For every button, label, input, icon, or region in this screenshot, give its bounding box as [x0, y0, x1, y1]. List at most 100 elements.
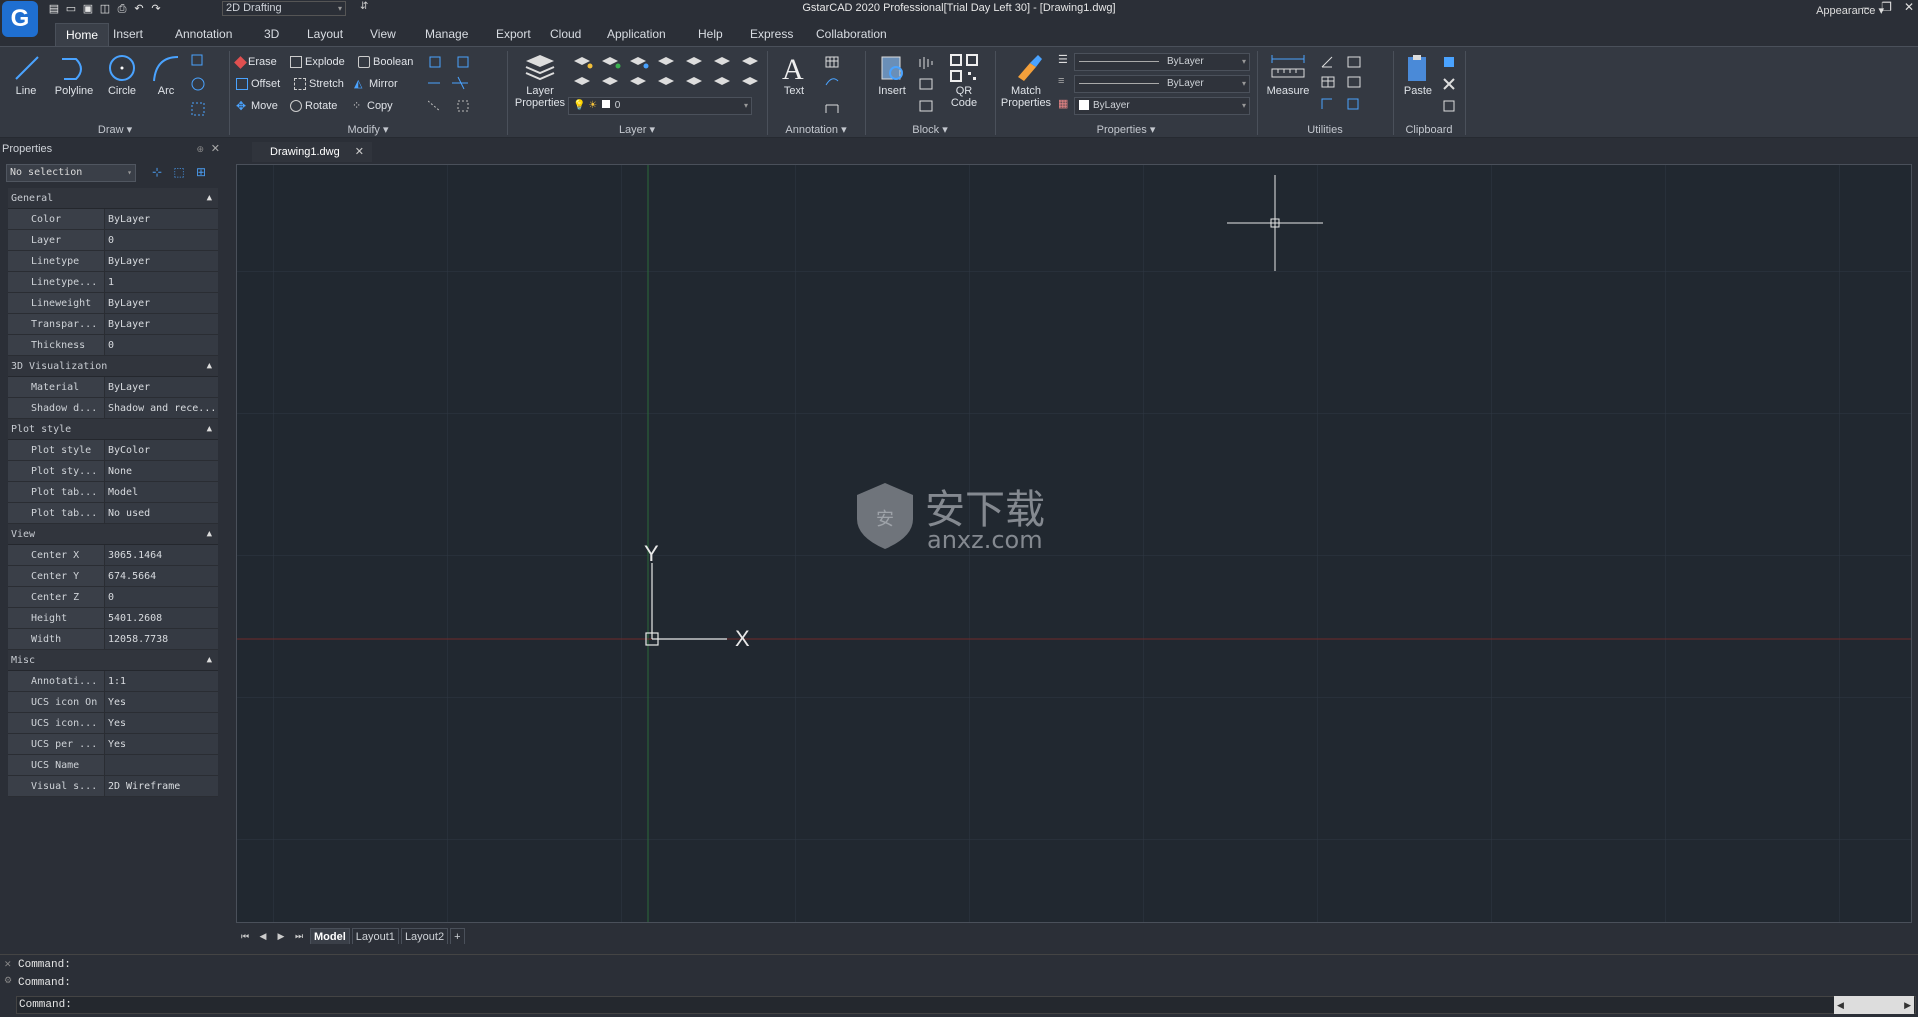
utilities-tools-icons[interactable] [1318, 55, 1386, 117]
polyline-button[interactable]: Polyline [52, 53, 96, 97]
property-value[interactable]: Yes [105, 734, 218, 754]
property-value[interactable]: 3065.1464 [105, 545, 218, 565]
property-value[interactable]: ByColor [105, 440, 218, 460]
quick-select-icon[interactable]: ⊹ [150, 165, 164, 179]
command-scrollbar[interactable]: ◀ ▶ [1834, 996, 1914, 1014]
collapse-icon[interactable]: ▲ [207, 188, 212, 209]
tab-home[interactable]: Home [55, 23, 110, 46]
next-tab-icon[interactable]: ▶ [274, 931, 288, 942]
model-space-svg[interactable]: X Y 安 安下载 anxz.com [237, 165, 1912, 923]
select-objects-icon[interactable]: ⬚ [172, 165, 186, 179]
property-value[interactable]: No used [105, 503, 218, 523]
linetype-select[interactable]: ByLayer ▾ [1074, 53, 1250, 71]
property-value[interactable]: 2D Wireframe [105, 776, 218, 796]
property-row[interactable]: Plot tab... Model [8, 482, 218, 503]
tab-cloud[interactable]: Cloud [540, 23, 591, 46]
property-value[interactable]: ByLayer [105, 293, 218, 313]
property-row[interactable]: Layer 0 [8, 230, 218, 251]
property-row[interactable]: Linetype... 1 [8, 272, 218, 293]
tab-layout[interactable]: Layout [297, 23, 353, 46]
document-tab[interactable]: Drawing1.dwg ✕ [252, 142, 372, 162]
property-row[interactable]: Thickness 0 [8, 335, 218, 356]
lineweight-select[interactable]: ByLayer ▾ [1074, 75, 1250, 93]
offset-button[interactable]: Offset [236, 75, 280, 93]
property-value[interactable]: 5401.2608 [105, 608, 218, 628]
property-section-header[interactable]: 3D Visualization ▲ [8, 356, 218, 377]
tab-3d[interactable]: 3D [254, 23, 289, 46]
scroll-left-icon[interactable]: ◀ [1837, 1000, 1844, 1011]
properties-panel-title[interactable]: Properties ▾ [998, 123, 1254, 136]
color-select[interactable]: ByLayer ▾ [1074, 97, 1250, 115]
collapse-icon[interactable]: ▲ [207, 419, 212, 440]
property-value[interactable]: Shadow and rece... [105, 398, 218, 418]
layer-properties-button[interactable]: Layer Properties [514, 53, 566, 109]
block-panel-title[interactable]: Block ▾ [868, 123, 992, 136]
paste-button[interactable]: Paste [1398, 53, 1438, 97]
draw-panel-title[interactable]: Draw ▾ [4, 123, 226, 136]
collapse-icon[interactable]: ▲ [207, 356, 212, 377]
modify-tools-icons[interactable] [428, 55, 500, 117]
property-value[interactable]: ByLayer [105, 251, 218, 271]
layer-tools-icons[interactable] [570, 55, 760, 95]
property-row[interactable]: Visual s... 2D Wireframe [8, 776, 218, 797]
property-value[interactable]: 1:1 [105, 671, 218, 691]
tab-collaboration[interactable]: Collaboration [806, 23, 897, 46]
property-row[interactable]: Plot tab... No used [8, 503, 218, 524]
line-button[interactable]: Line [4, 53, 48, 97]
property-value[interactable]: 0 [105, 335, 218, 355]
property-row[interactable]: Center Z0 [8, 587, 218, 608]
qr-code-button[interactable]: QR Code [942, 53, 986, 109]
move-button[interactable]: ✥ Move [236, 97, 278, 115]
close-icon[interactable]: ✕ [4, 959, 12, 970]
property-row[interactable]: Center X 3065.1464 [8, 545, 218, 566]
property-row[interactable]: UCS icon On Yes [8, 692, 218, 713]
layer-panel-title[interactable]: Layer ▾ [510, 123, 764, 136]
property-section-header[interactable]: View ▲ [8, 524, 218, 545]
app-logo[interactable]: G [2, 1, 38, 37]
property-row[interactable]: UCS Name [8, 755, 218, 776]
property-row[interactable]: Plot style ByColor [8, 440, 218, 461]
current-layer-select[interactable]: 💡 ☀ 0 ▾ [568, 97, 752, 115]
property-row[interactable]: Material ByLayer [8, 377, 218, 398]
layout-tab-model[interactable]: Model [310, 928, 350, 944]
layout-tab-layout2[interactable]: Layout2 [400, 928, 449, 944]
pin-icon[interactable]: ⊕ [196, 140, 204, 158]
clipboard-tools-icons[interactable] [1442, 55, 1460, 117]
tab-manage[interactable]: Manage [415, 23, 478, 46]
property-value[interactable]: Yes [105, 713, 218, 733]
tab-annotation[interactable]: Annotation [165, 23, 242, 46]
property-section-header[interactable]: General ▲ [8, 188, 218, 209]
mirror-button[interactable]: ◭ Mirror [354, 75, 398, 93]
command-input[interactable]: Command: [16, 996, 1916, 1014]
block-tools-icons[interactable] [918, 55, 938, 117]
property-row[interactable]: Color ByLayer [8, 209, 218, 230]
annotation-panel-title[interactable]: Annotation ▾ [770, 123, 862, 136]
annotation-tools-icons[interactable] [824, 55, 858, 117]
prev-tab-icon[interactable]: ◀ [256, 931, 270, 942]
close-icon[interactable]: ✕ [211, 140, 220, 158]
property-section-header[interactable]: Misc ▲ [8, 650, 218, 671]
drawing-canvas[interactable]: X Y 安 安下载 anxz.com [236, 164, 1912, 923]
property-value[interactable]: Yes [105, 692, 218, 712]
circle-button[interactable]: Circle [100, 53, 144, 97]
property-row[interactable]: UCS per ... Yes [8, 734, 218, 755]
settings-icon[interactable]: ⚙ [4, 975, 12, 986]
property-value[interactable]: ByLayer [105, 314, 218, 334]
property-value[interactable]: 12058.7738 [105, 629, 218, 649]
property-value[interactable]: 0 [105, 587, 218, 607]
scroll-right-icon[interactable]: ▶ [1904, 1000, 1911, 1011]
collapse-icon[interactable]: ▲ [207, 650, 212, 671]
property-value[interactable]: 0 [105, 230, 218, 250]
explode-button[interactable]: Explode [290, 53, 345, 71]
rotate-button[interactable]: Rotate [290, 97, 337, 115]
boolean-button[interactable]: Boolean [358, 53, 413, 71]
text-button[interactable]: A Text [774, 53, 814, 97]
property-value[interactable]: ByLayer [105, 377, 218, 397]
layout-tab-layout1[interactable]: Layout1 [351, 928, 399, 944]
toggle-pickadd-icon[interactable]: ⊞ [194, 165, 208, 179]
property-row[interactable]: UCS icon... Yes [8, 713, 218, 734]
tab-view[interactable]: View [360, 23, 406, 46]
draw-tools-icons[interactable] [190, 53, 226, 119]
property-value[interactable] [105, 755, 218, 775]
property-value[interactable]: ByLayer [105, 209, 218, 229]
